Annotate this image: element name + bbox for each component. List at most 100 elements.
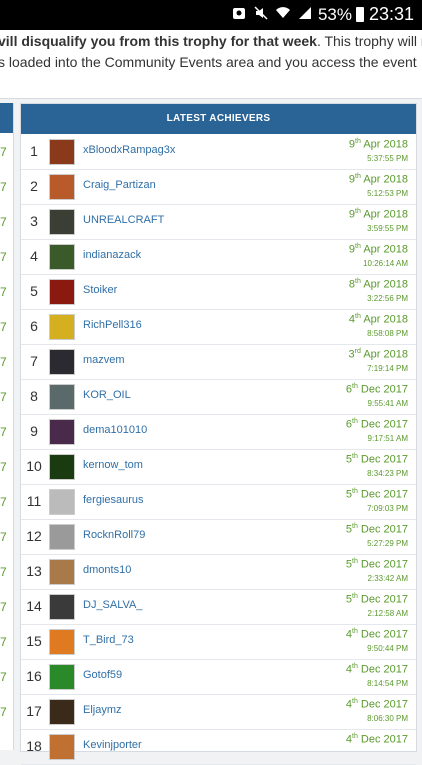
user-avatar[interactable]: [49, 349, 75, 375]
username-link[interactable]: kernow_tom: [83, 459, 143, 471]
left-column-value: 7: [0, 285, 7, 299]
user-avatar[interactable]: [49, 139, 75, 165]
achieved-time: 9:17:51 AM: [367, 434, 408, 443]
table-row: 7 mazvem 3rd Apr 2018 7:19:14 PM: [21, 344, 416, 380]
user-avatar[interactable]: [49, 664, 75, 690]
left-column-value: 7: [0, 565, 7, 579]
rank-number: 5: [30, 283, 38, 299]
status-icons: [232, 6, 312, 20]
left-column-value: 7: [0, 635, 7, 649]
achieved-date: 5th Dec 2017: [345, 453, 408, 466]
achieved-time: 9:55:41 AM: [367, 399, 408, 408]
battery-percentage: 53%: [317, 5, 352, 24]
username-link[interactable]: RocknRoll79: [83, 529, 145, 541]
achieved-date: 5th Dec 2017: [345, 488, 408, 501]
user-avatar[interactable]: [49, 174, 75, 200]
user-avatar[interactable]: [49, 629, 75, 655]
achieved-date: 5th Dec 2017: [345, 558, 408, 571]
achieved-time: 7:19:14 PM: [367, 364, 408, 373]
table-row: 11 fergiesaurus 5th Dec 2017 7:09:03 PM: [21, 484, 416, 520]
left-column-value: 7: [0, 390, 7, 404]
user-avatar[interactable]: [49, 489, 75, 515]
wifi-icon: [276, 7, 290, 18]
rank-number: 4: [30, 248, 38, 264]
user-avatar[interactable]: [49, 384, 75, 410]
achieved-date: 9th Apr 2018: [348, 138, 408, 151]
achieved-date: 4th Dec 2017: [345, 663, 408, 676]
achieved-time: 2:12:58 AM: [367, 609, 408, 618]
table-row: 18 Kevinjporter 4th Dec 2017: [21, 729, 416, 765]
table-row: 9 dema101010 6th Dec 2017 9:17:51 AM: [21, 414, 416, 450]
achieved-time: 5:37:55 PM: [367, 154, 408, 163]
mute-icon: [254, 6, 268, 20]
intro-text-block: vill disqualify you from this trophy for…: [0, 30, 422, 99]
achieved-date: 5th Dec 2017: [345, 593, 408, 606]
rank-number: 2: [30, 178, 38, 194]
achieved-date: 4th Apr 2018: [348, 313, 408, 326]
rank-number: 1: [30, 143, 38, 159]
left-column-value: 7: [0, 460, 7, 474]
left-column-value: 7: [0, 145, 7, 159]
rank-number: 18: [26, 738, 42, 754]
user-avatar[interactable]: [49, 419, 75, 445]
achieved-date: 9th Apr 2018: [348, 208, 408, 221]
username-link[interactable]: mazvem: [83, 354, 125, 366]
achieved-time: 8:34:23 PM: [367, 469, 408, 478]
user-avatar[interactable]: [49, 454, 75, 480]
left-column-header: [0, 103, 13, 133]
rank-number: 14: [26, 598, 42, 614]
table-row: 15 T_Bird_73 4th Dec 2017 9:50:44 PM: [21, 624, 416, 660]
intro-text-rest: . This trophy will not: [316, 33, 422, 49]
achieved-time: 10:26:14 AM: [363, 259, 408, 268]
battery-icon: [356, 7, 364, 22]
username-link[interactable]: KOR_OIL: [83, 389, 131, 401]
user-avatar[interactable]: [49, 594, 75, 620]
username-link[interactable]: indianazack: [83, 249, 141, 261]
left-column-value: 7: [0, 425, 7, 439]
table-row: 14 DJ_SALVA_ 5th Dec 2017 2:12:58 AM: [21, 589, 416, 625]
username-link[interactable]: xBloodxRampag3x: [83, 144, 175, 156]
user-avatar[interactable]: [49, 699, 75, 725]
user-avatar[interactable]: [49, 279, 75, 305]
intro-text-line2: s loaded into the Community Events area …: [0, 54, 417, 70]
left-column-value: 7: [0, 355, 7, 369]
latest-achievers-panel: LATEST ACHIEVERS 1 xBloodxRampag3x 9th Apr…: [20, 103, 417, 765]
intro-paragraph: vill disqualify you from this trophy for…: [0, 31, 422, 73]
username-link[interactable]: T_Bird_73: [83, 634, 134, 646]
rank-number: 11: [26, 493, 42, 509]
username-link[interactable]: Kevinjporter: [83, 739, 142, 751]
user-avatar[interactable]: [49, 314, 75, 340]
rank-number: 17: [26, 703, 42, 719]
username-link[interactable]: Craig_Partizan: [83, 179, 156, 191]
username-link[interactable]: RichPell316: [83, 319, 142, 331]
user-avatar[interactable]: [49, 524, 75, 550]
table-row: 10 kernow_tom 5th Dec 2017 8:34:23 PM: [21, 449, 416, 485]
left-column-value: 7: [0, 215, 7, 229]
username-link[interactable]: dmonts10: [83, 564, 131, 576]
username-link[interactable]: UNREALCRAFT: [83, 214, 164, 226]
username-link[interactable]: dema101010: [83, 424, 147, 436]
table-row: 3 UNREALCRAFT 9th Apr 2018 3:59:55 PM: [21, 204, 416, 240]
achieved-time: 7:09:03 PM: [367, 504, 408, 513]
achieved-date: 9th Apr 2018: [348, 243, 408, 256]
username-link[interactable]: Gotof59: [83, 669, 122, 681]
rank-number: 6: [30, 318, 38, 334]
user-avatar[interactable]: [49, 209, 75, 235]
user-avatar[interactable]: [49, 734, 75, 760]
achieved-time: 2:33:42 AM: [367, 574, 408, 583]
signal-icon: [299, 7, 311, 19]
user-avatar[interactable]: [49, 559, 75, 585]
rank-number: 9: [30, 423, 38, 439]
user-avatar[interactable]: [49, 244, 75, 270]
username-link[interactable]: fergiesaurus: [83, 494, 144, 506]
achieved-time: 5:27:29 PM: [367, 539, 408, 548]
achieved-time: 3:22:56 PM: [367, 294, 408, 303]
left-column-value: 7: [0, 705, 7, 719]
clock: 23:31: [368, 4, 414, 24]
rank-number: 12: [26, 528, 42, 544]
table-row: 13 dmonts10 5th Dec 2017 2:33:42 AM: [21, 554, 416, 590]
username-link[interactable]: DJ_SALVA_: [83, 599, 143, 611]
username-link[interactable]: Stoiker: [83, 284, 117, 296]
username-link[interactable]: Eljaymz: [83, 704, 122, 716]
achieved-date: 4th Dec 2017: [345, 628, 408, 641]
